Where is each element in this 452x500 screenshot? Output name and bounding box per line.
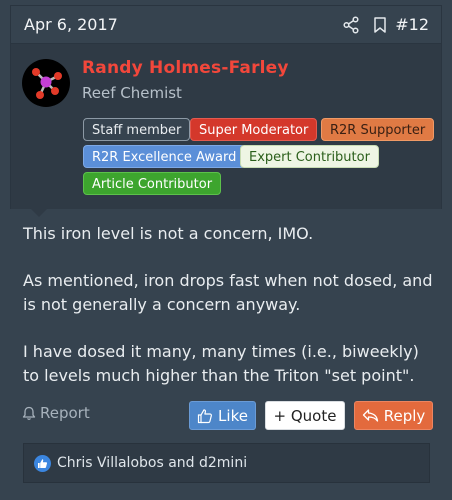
badge-expert-contributor: Expert Contributor [240,145,379,168]
badge-excellence-award: R2R Excellence Award [83,145,246,168]
post-number[interactable]: #12 [395,15,429,34]
share-icon[interactable] [342,16,360,34]
post-body: This iron level is not a concern, IMO. A… [23,222,433,411]
user-title: Reef Chemist [82,84,182,102]
reply-button[interactable]: Reply [354,401,433,430]
quote-button[interactable]: + Quote [265,401,345,430]
quote-label: + Quote [273,406,337,425]
post-paragraph: This iron level is not a concern, IMO. [23,224,314,243]
reactions-bar[interactable]: Chris Villalobos and d2mini [23,443,430,483]
post-date[interactable]: Apr 6, 2017 [24,15,118,34]
panel-pointer [30,208,48,217]
like-button[interactable]: Like [189,401,256,430]
user-info-panel: Randy Holmes-Farley Reef Chemist Staff m… [10,44,442,209]
bell-icon [22,406,36,420]
post-paragraph: I have dosed it many, many times (i.e., … [23,342,419,385]
like-label: Like [218,406,248,425]
bookmark-icon[interactable] [371,16,389,34]
badge-article-contributor: Article Contributor [83,172,222,195]
reply-arrow-icon [362,409,378,422]
badge-super-moderator: Super Moderator [190,118,318,141]
report-link[interactable]: Report [22,404,90,422]
thumbs-up-icon [197,408,213,423]
username[interactable]: Randy Holmes-Farley [82,58,289,78]
badge-staff-member: Staff member [83,118,191,141]
badge-r2r-supporter: R2R Supporter [321,118,435,141]
reactions-text[interactable]: Chris Villalobos and d2mini [57,455,247,471]
reply-label: Reply [383,406,426,425]
avatar[interactable] [22,59,70,107]
thumbs-up-icon [34,454,51,472]
post-paragraph: As mentioned, iron drops fast when not d… [23,271,433,314]
post-header: Apr 6, 2017 #12 [10,5,442,44]
report-label: Report [40,404,90,422]
